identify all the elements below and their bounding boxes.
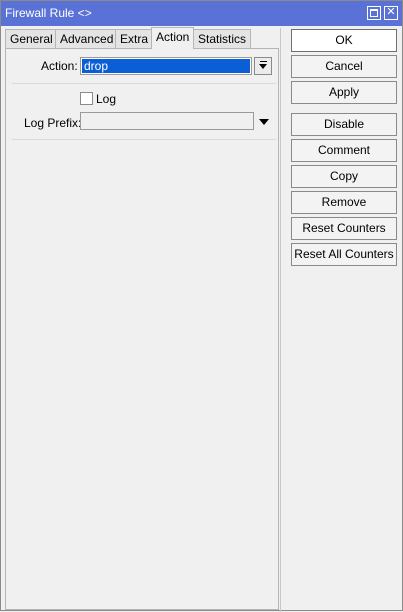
title-bar[interactable]: Firewall Rule <> ✕	[1, 1, 402, 26]
action-dropdown-button[interactable]	[254, 57, 272, 75]
action-select-value: drop	[82, 59, 250, 73]
reset-counters-button[interactable]: Reset Counters	[291, 217, 397, 240]
ok-button[interactable]: OK	[291, 29, 397, 52]
tab-action[interactable]: Action	[151, 27, 195, 49]
log-label: Log	[96, 92, 117, 106]
tab-extra[interactable]: Extra	[115, 29, 154, 49]
dropdown-bar-icon	[260, 61, 267, 62]
log-checkbox[interactable]	[80, 92, 93, 105]
reset-all-counters-button[interactable]: Reset All Counters	[291, 243, 397, 266]
comment-button[interactable]: Comment	[291, 139, 397, 162]
window-title: Firewall Rule <>	[5, 6, 92, 20]
tab-statistics[interactable]: Statistics	[193, 29, 252, 49]
log-prefix-input[interactable]	[80, 112, 254, 130]
maximize-icon	[370, 9, 378, 17]
action-select[interactable]: drop	[80, 57, 252, 75]
close-icon: ✕	[386, 6, 396, 18]
tab-general[interactable]: General	[5, 29, 58, 49]
remove-button[interactable]: Remove	[291, 191, 397, 214]
tab-advanced[interactable]: Advanced	[55, 29, 119, 49]
close-button[interactable]: ✕	[384, 6, 398, 20]
disable-button[interactable]: Disable	[291, 113, 397, 136]
chevron-down-icon	[259, 64, 267, 69]
maximize-button[interactable]	[367, 6, 381, 20]
action-tab-panel: Action: drop Log Log Prefix:	[5, 48, 279, 610]
action-label: Action:	[41, 59, 78, 73]
log-prefix-dropdown-icon[interactable]	[259, 119, 269, 125]
cancel-button[interactable]: Cancel	[291, 55, 397, 78]
firewall-rule-window: Firewall Rule <> ✕ General Advanced Extr…	[0, 0, 403, 612]
separator	[12, 83, 276, 84]
separator	[12, 139, 276, 140]
copy-button[interactable]: Copy	[291, 165, 397, 188]
log-prefix-label: Log Prefix:	[24, 116, 82, 130]
vertical-divider	[280, 28, 281, 612]
apply-button[interactable]: Apply	[291, 81, 397, 104]
